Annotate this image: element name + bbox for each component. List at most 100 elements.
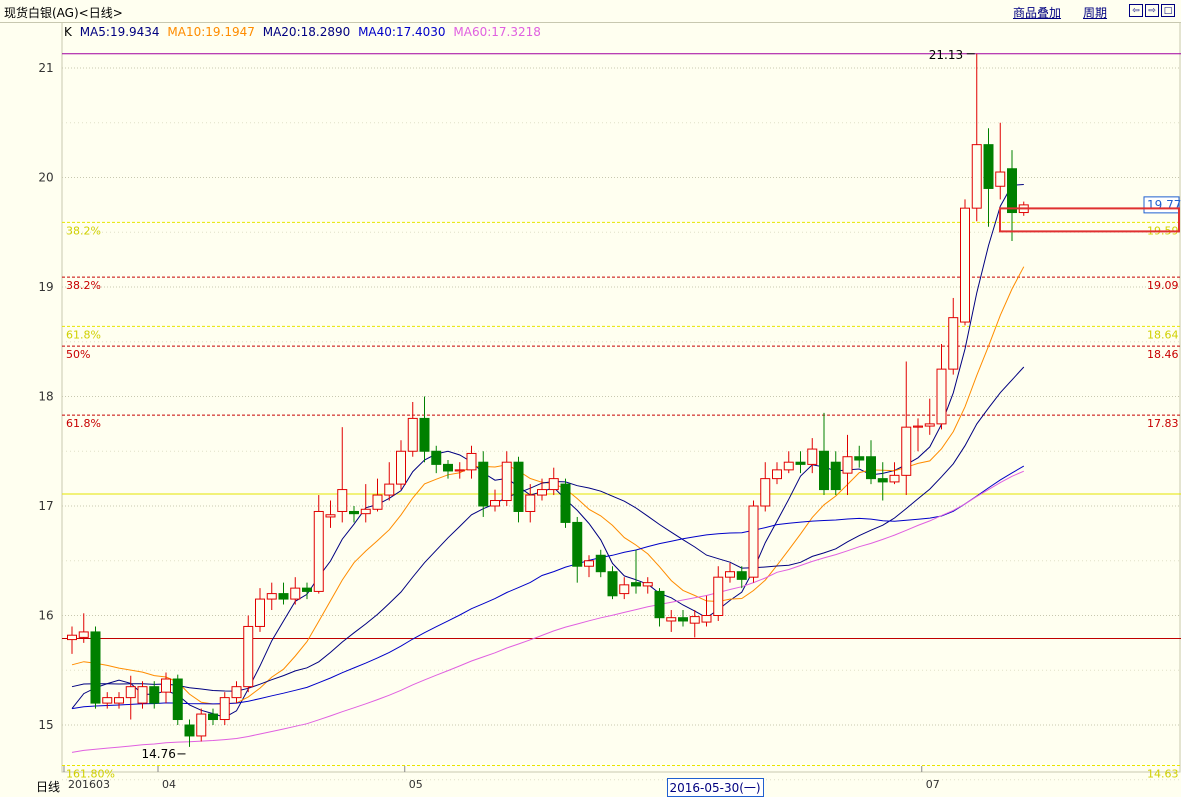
candle-up — [972, 54, 981, 222]
candle-down — [867, 440, 876, 484]
candle-up — [397, 440, 406, 489]
candle-up — [620, 577, 629, 599]
candle-body — [690, 617, 699, 624]
candle-up — [726, 563, 735, 583]
candle-body — [667, 618, 676, 621]
candle-up — [361, 484, 370, 522]
low-price-label: 14.76 — [142, 747, 176, 761]
candle-up — [220, 692, 229, 725]
candle-body — [784, 462, 793, 470]
candle-body — [773, 470, 782, 479]
y-tick-label: 17 — [38, 499, 53, 513]
candle-down — [632, 550, 641, 594]
candle-body — [902, 427, 911, 475]
candle-down — [796, 451, 805, 473]
period-link[interactable]: 周期 — [1083, 4, 1107, 21]
candle-body — [831, 462, 840, 489]
candle-body — [232, 687, 241, 698]
candle-body — [796, 462, 805, 464]
candle-up — [373, 479, 382, 512]
commodity-overlay-link[interactable]: 商品叠加 — [1013, 4, 1061, 21]
candle-body — [373, 495, 382, 509]
candle-up — [68, 626, 77, 653]
candle-up — [256, 588, 265, 632]
fib-left-label: 38.2% — [66, 279, 101, 292]
y-tick-label: 18 — [38, 390, 53, 404]
y-tick-label: 19 — [38, 280, 53, 294]
candle-body — [596, 555, 605, 571]
candle-down — [679, 610, 688, 626]
fib-left-label: 61.8% — [66, 328, 101, 341]
candle-body — [303, 588, 312, 591]
moving-averages — [72, 185, 1024, 753]
candle-body — [326, 515, 335, 517]
candle-body — [878, 479, 887, 482]
candle-down — [185, 720, 194, 747]
candle-body — [479, 462, 488, 506]
candle-body — [925, 424, 934, 426]
candle-body — [702, 616, 711, 623]
candle-body — [573, 522, 582, 566]
candle-up — [925, 399, 934, 435]
candle-down — [655, 588, 664, 626]
grid-lines — [62, 22, 1181, 780]
candle-body — [608, 572, 617, 596]
candle-up — [961, 199, 970, 325]
candle-body — [561, 484, 570, 522]
candle-up — [232, 681, 241, 703]
candle-body — [420, 418, 429, 451]
candle-body — [514, 462, 523, 511]
candle-up — [408, 402, 417, 457]
candle-body — [679, 618, 688, 621]
candle-down — [737, 566, 746, 588]
candle-body — [209, 714, 218, 719]
candle-up — [502, 451, 511, 506]
candle-body — [526, 495, 535, 511]
candle-body — [820, 451, 829, 489]
candle-body — [267, 594, 276, 599]
fib-left-label: 38.2% — [66, 224, 101, 237]
candle-body — [338, 490, 347, 512]
candle-body — [726, 572, 735, 577]
candle-down — [855, 446, 864, 468]
candle-body — [1008, 169, 1017, 213]
candle-down — [91, 626, 100, 708]
candle-body — [432, 451, 441, 464]
candle-body — [256, 599, 265, 626]
candle-up — [843, 435, 852, 495]
arrow-right-icon[interactable]: ⇨ — [1145, 4, 1159, 17]
candle-up — [585, 555, 594, 577]
candle-body — [467, 453, 476, 469]
candle-down — [573, 517, 582, 583]
cursor-date-label: 2016-05-30(一) — [667, 778, 764, 797]
candle-body — [197, 714, 206, 736]
restore-icon[interactable]: □ — [1161, 4, 1175, 17]
candle-body — [350, 511, 359, 513]
y-tick-label: 15 — [38, 718, 53, 732]
fib-left-label: 61.8% — [66, 417, 101, 430]
candle-body — [655, 591, 664, 617]
candle-body — [79, 632, 88, 637]
candle-up — [455, 462, 464, 478]
chart-title: 现货白银(AG)<日线> — [4, 4, 123, 21]
candlestick-chart[interactable]: 38.2%19.5938.2%19.0961.8%18.6450%18.4661… — [0, 22, 1181, 795]
candle-up — [890, 462, 899, 484]
candle-down — [1008, 150, 1017, 241]
candle-down — [820, 413, 829, 495]
arrow-left-icon[interactable]: ⇦ — [1129, 4, 1143, 17]
candle-body — [408, 418, 417, 451]
candle-up — [491, 490, 500, 512]
candle-up — [914, 418, 923, 451]
candle-up — [690, 610, 699, 637]
candle-up — [467, 446, 476, 479]
candle-down — [514, 457, 523, 523]
period-label: 日线 — [36, 778, 60, 795]
candle-body — [855, 457, 864, 460]
candle-body — [220, 698, 229, 720]
candle-up — [761, 462, 770, 511]
candle-body — [361, 509, 370, 513]
candle-up — [749, 501, 758, 583]
candle-body — [115, 698, 124, 703]
candle-body — [961, 208, 970, 322]
candle-up — [949, 298, 958, 375]
